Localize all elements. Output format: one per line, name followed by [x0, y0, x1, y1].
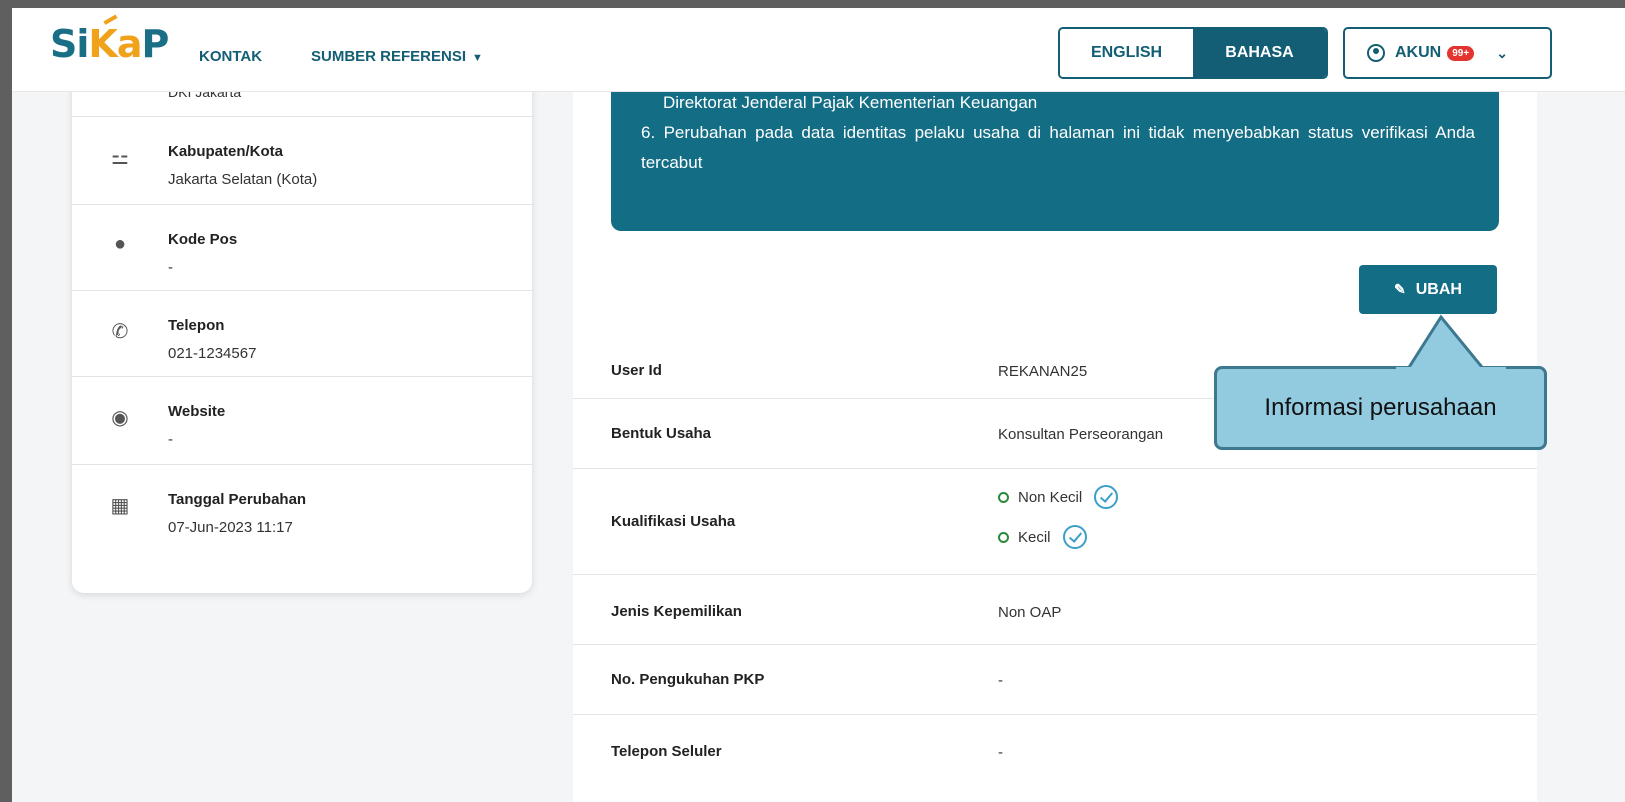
- circle-icon: [998, 531, 1009, 543]
- nav-sumber-referensi-label: SUMBER REFERENSI: [311, 48, 467, 65]
- info-row-kabupaten: ⚍ Kabupaten/Kota Jakarta Selatan (Kota): [72, 116, 532, 204]
- detail-label: Jenis Kepemilikan: [611, 603, 742, 620]
- info-label: Website: [168, 403, 226, 420]
- detail-label: Bentuk Usaha: [611, 425, 712, 442]
- detail-value: -: [998, 744, 1003, 761]
- caret-down-icon: ▼: [472, 52, 483, 64]
- check-circle-icon: [1094, 485, 1119, 509]
- ubah-label: UBAH: [1415, 280, 1462, 298]
- detail-value: Non OAP: [998, 604, 1062, 621]
- info-label: Telepon: [168, 317, 225, 334]
- english-button[interactable]: ENGLISH: [1060, 29, 1193, 77]
- callout-label: Informasi perusahaan: [1214, 366, 1547, 450]
- info-row-kode-pos: ● Kode Pos -: [72, 204, 532, 290]
- edit-icon: ✎: [1394, 281, 1406, 297]
- detail-row-no-pkp: No. Pengukuhan PKP -: [573, 644, 1537, 714]
- info-row-tanggal-perubahan: ▦ Tanggal Perubahan 07-Jun-2023 11:17: [72, 464, 532, 564]
- chevron-down-icon: ⌄: [1496, 44, 1508, 61]
- detail-row-kualifikasi-usaha: Kualifikasi Usaha Non Kecil Kecil: [573, 468, 1537, 574]
- detail-label: Telepon Seluler: [611, 743, 722, 760]
- info-row-website: ◉ Website -: [72, 376, 532, 464]
- account-menu-button[interactable]: AKUN 99+ ⌄: [1343, 27, 1552, 79]
- globe-icon: ◉: [111, 407, 129, 429]
- detail-row-telepon-seluler: Telepon Seluler -: [573, 714, 1537, 802]
- info-value: 021-1234567: [168, 345, 257, 362]
- detail-value: REKANAN25: [998, 363, 1088, 380]
- notice-line: Direktorat Jenderal Pajak Kementerian Ke…: [663, 93, 1038, 112]
- detail-value: -: [998, 672, 1003, 689]
- info-value: 07-Jun-2023 11:17: [168, 519, 293, 536]
- circle-icon: [998, 491, 1009, 503]
- nav-sumber-referensi[interactable]: SUMBER REFERENSI ▼: [311, 48, 483, 65]
- bahasa-button[interactable]: BAHASA: [1193, 29, 1326, 77]
- nav-kontak[interactable]: KONTAK: [199, 48, 262, 65]
- phone-icon: ✆: [111, 321, 129, 343]
- qualification-label: Kecil: [1018, 528, 1051, 546]
- qualification-label: Non Kecil: [1018, 488, 1083, 506]
- info-value: -: [168, 431, 173, 448]
- qualification-item: Non Kecil: [998, 485, 1119, 509]
- detail-value: Konsultan Perseorangan: [998, 426, 1164, 443]
- info-label: Tanggal Perubahan: [168, 491, 307, 508]
- detail-label: No. Pengukuhan PKP: [611, 671, 765, 688]
- info-label: Kabupaten/Kota: [168, 143, 284, 160]
- qualification-item: Kecil: [998, 525, 1087, 549]
- top-navbar: Si KaP KONTAK SUMBER REFERENSI ▼ ENGLISH B…: [12, 8, 1625, 92]
- pin-icon: ●: [113, 233, 127, 255]
- check-circle-icon: [1062, 525, 1087, 549]
- detail-row-jenis-kepemilikan: Jenis Kepemilikan Non OAP: [573, 574, 1537, 644]
- company-info-card: ⚍ Kabupaten/Kota Jakarta Selatan (Kota) …: [72, 48, 532, 593]
- browser-viewport: Si KaP KONTAK SUMBER REFERENSI ▼ ENGLISH B…: [12, 8, 1625, 802]
- sikap-logo[interactable]: Si KaP: [50, 14, 169, 66]
- info-value: -: [168, 259, 173, 276]
- detail-label: Kualifikasi Usaha: [611, 513, 736, 530]
- info-label: Kode Pos: [168, 231, 238, 248]
- account-label: AKUN: [1395, 44, 1442, 61]
- ubah-button[interactable]: ✎ UBAH: [1359, 265, 1497, 314]
- callout-pointer: [1396, 314, 1506, 372]
- notice-item-6: 6. Perubahan pada data identitas pelaku …: [641, 123, 1475, 172]
- user-icon: [1367, 44, 1385, 62]
- notification-badge: 99+: [1447, 45, 1475, 61]
- language-switch: ENGLISH BAHASA: [1058, 27, 1328, 79]
- info-value: Jakarta Selatan (Kota): [168, 171, 318, 188]
- signpost-icon: ⚍: [111, 147, 129, 169]
- info-row-telepon: ✆ Telepon 021-1234567: [72, 290, 532, 376]
- calendar-icon: ▦: [110, 495, 130, 517]
- detail-label: User Id: [611, 362, 662, 379]
